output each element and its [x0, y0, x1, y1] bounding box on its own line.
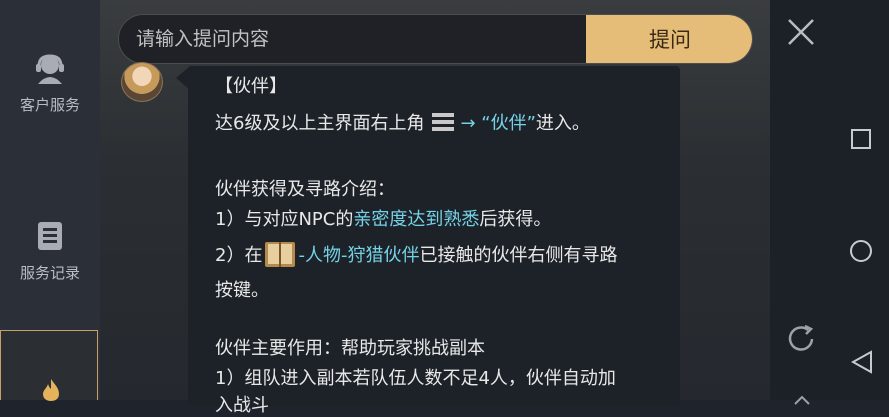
sidebar-item-service-record[interactable]: 服务记录: [0, 220, 100, 283]
item1-prefix: 1）与对应NPC的: [215, 209, 354, 230]
item2-highlight: -人物-狩猎伙伴: [298, 245, 420, 266]
item3-cont: 入战斗: [215, 395, 269, 416]
back-icon[interactable]: [850, 350, 873, 378]
entry-line: 达6级及以上主界面右上角 → “伙伴”进入。: [215, 109, 590, 135]
search-bar: 提问: [118, 14, 753, 64]
item2-line: 2）在 -人物-狩猎伙伴已接触的伙伴右侧有寻路: [215, 239, 617, 269]
sidebar-item-customer-service[interactable]: 客户服务: [0, 54, 100, 115]
system-nav-bar: [770, 0, 889, 405]
sidebar-item-label: 服务记录: [19, 264, 80, 282]
item1-suffix: 后获得。: [479, 209, 552, 230]
sidebar: 客户服务 服务记录: [0, 0, 100, 401]
sidebar-item-active[interactable]: [0, 330, 98, 401]
customer-service-icon: [0, 54, 100, 88]
recent-apps-icon[interactable]: [851, 129, 871, 153]
sidebar-item-label: 客户服务: [19, 96, 80, 114]
item2-cont: 按键。: [215, 280, 269, 301]
menu-icon: [432, 112, 455, 132]
search-input[interactable]: [119, 15, 586, 63]
item2-suffix: 已接触的伙伴右侧有寻路: [419, 245, 618, 266]
message-title: 【伙伴】: [215, 76, 287, 97]
service-record-icon: [0, 220, 100, 256]
refresh-icon[interactable]: [784, 322, 818, 360]
section1-title: 伙伴获得及寻路介绍：: [215, 179, 395, 200]
ask-button[interactable]: 提问: [586, 15, 752, 63]
book-icon: [264, 239, 296, 269]
item2-prefix: 2）在: [215, 245, 263, 266]
entry-arrow-text: → “伙伴”: [460, 113, 536, 134]
item3-line: 1）组队进入副本若队伍人数不足4人，伙伴自动加: [215, 368, 616, 389]
avatar: [121, 62, 163, 102]
flame-icon: [39, 379, 63, 405]
home-icon[interactable]: [849, 239, 873, 267]
item1-highlight: 亲密度达到熟悉: [353, 209, 480, 230]
close-icon[interactable]: [787, 18, 815, 50]
entry-prefix: 达6级及以上主界面右上角: [215, 113, 425, 134]
entry-suffix: 进入。: [535, 113, 590, 134]
section2-title: 伙伴主要作用：帮助玩家挑战副本: [215, 338, 485, 359]
item1-line: 1）与对应NPC的亲密度达到熟悉后获得。: [215, 205, 551, 231]
message-bubble: 【伙伴】 达6级及以上主界面右上角 → “伙伴”进入。 伙伴获得及寻路介绍： 1）…: [188, 66, 680, 416]
